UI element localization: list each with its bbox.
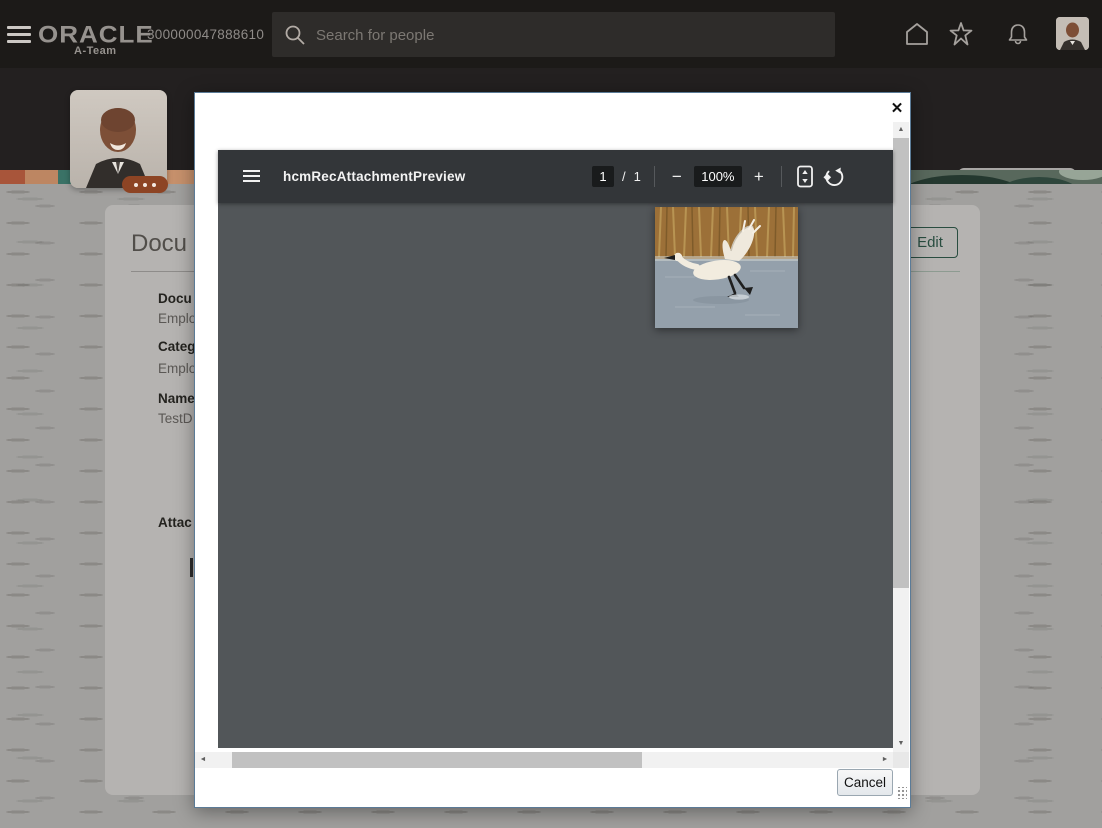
- rotate-icon[interactable]: [823, 166, 845, 188]
- scroll-left-button[interactable]: ◄: [195, 752, 211, 768]
- vertical-scroll-thumb[interactable]: [893, 138, 909, 588]
- brand-subtitle: A-Team: [74, 45, 117, 57]
- attachment-preview-dialog: ✕ hcmRecAttachmentPreview 1 / 1 − 100% +: [194, 92, 911, 808]
- cancel-button[interactable]: Cancel: [837, 769, 893, 796]
- zoom-level: 100%: [694, 166, 742, 187]
- search-box[interactable]: [272, 12, 835, 57]
- field-label: Categ: [158, 339, 194, 354]
- horizontal-scrollbar[interactable]: ◄ ►: [195, 752, 893, 768]
- fit-page-icon[interactable]: [795, 165, 815, 188]
- document-card-right-edge: Edit: [911, 205, 980, 795]
- pdf-controls: 1 / 1 − 100% +: [592, 150, 845, 203]
- scrollbar-corner: [893, 752, 909, 768]
- field-label: Docu: [158, 291, 192, 306]
- vertical-scrollbar[interactable]: ▲ ▼: [893, 122, 909, 752]
- divider: [131, 271, 194, 272]
- close-icon[interactable]: ✕: [888, 100, 906, 118]
- pdf-viewer: hcmRecAttachmentPreview 1 / 1 − 100% +: [218, 150, 893, 748]
- oracle-logo: ORACLE: [38, 22, 154, 46]
- ellipsis-menu-icon[interactable]: [122, 176, 168, 193]
- document-record-card: Docu Docu Emplo Categ Emplo Name TestD A…: [105, 205, 194, 795]
- field-value: Emplo: [158, 361, 194, 376]
- zoom-in-button[interactable]: +: [750, 166, 768, 188]
- notifications-bell-icon[interactable]: [1004, 20, 1032, 48]
- scroll-up-button[interactable]: ▲: [893, 122, 909, 138]
- user-avatar[interactable]: [1056, 17, 1089, 50]
- topbar: ORACLE A-Team 300000047888610: [0, 0, 1102, 68]
- pdf-toolbar: hcmRecAttachmentPreview 1 / 1 − 100% +: [218, 150, 893, 203]
- home-icon[interactable]: [903, 20, 931, 48]
- card-title: Docu: [131, 230, 187, 258]
- attachments-label: Attac: [158, 515, 192, 530]
- scroll-down-button[interactable]: ▼: [893, 736, 909, 752]
- zoom-out-button[interactable]: −: [668, 166, 686, 188]
- field-value: Emplo: [158, 311, 194, 326]
- page-number-input[interactable]: 1: [592, 166, 614, 187]
- pdf-page-area: [218, 203, 893, 748]
- field-label: Name: [158, 391, 194, 406]
- horizontal-scroll-thumb[interactable]: [232, 752, 642, 768]
- toolbar-divider: [781, 166, 782, 187]
- decorative-strip-right: [911, 170, 1102, 184]
- field-value: TestD: [158, 411, 193, 426]
- search-icon: [283, 23, 307, 47]
- toolbar-divider: [654, 166, 655, 187]
- page-total: 1: [634, 169, 641, 184]
- person-number: 300000047888610: [147, 27, 264, 42]
- attachment-link-fragment[interactable]: [190, 558, 193, 577]
- profile-photo[interactable]: [70, 90, 167, 188]
- pdf-document-title: hcmRecAttachmentPreview: [283, 150, 465, 203]
- scroll-right-button[interactable]: ►: [877, 752, 893, 768]
- page-separator: /: [622, 169, 626, 184]
- attachment-preview-image: [655, 207, 798, 328]
- pdf-menu-icon[interactable]: [243, 170, 260, 182]
- menu-icon[interactable]: [7, 26, 31, 43]
- resize-grip[interactable]: [896, 787, 907, 799]
- favorites-star-icon[interactable]: [946, 20, 976, 50]
- search-input[interactable]: [314, 12, 828, 59]
